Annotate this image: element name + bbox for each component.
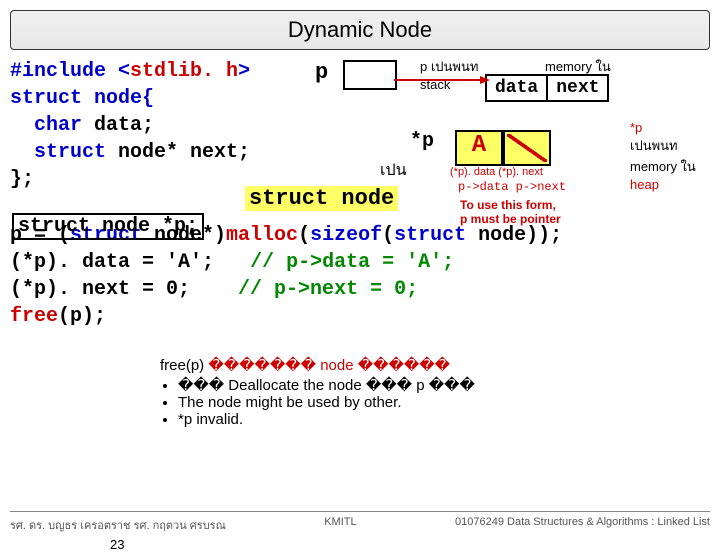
star-p-label: *p [410, 130, 434, 153]
node-box-a: A [455, 130, 551, 166]
pen-label: เปน [380, 158, 407, 183]
pointer-note-2: p must be pointer [460, 212, 561, 226]
deref-labels: (*p). data (*p). next [450, 166, 543, 178]
footer-authors: รศ. ดร. บญธร เครอตราช รศ. กฤตวน ศรบรณ [10, 516, 226, 534]
code-struct-kw: struct [34, 141, 106, 164]
free-notes: free(p) ������� node ������ ��� Dealloca… [160, 356, 475, 430]
code-sizeof: sizeof [310, 224, 382, 247]
free-note-0a: free(p) [160, 357, 208, 374]
arrow-labels: p->data p->next [458, 180, 566, 194]
struct-node-highlight: struct node [245, 186, 398, 211]
code-paren: ( [298, 224, 310, 247]
code-malloc: malloc [226, 224, 298, 247]
free-note-1: ��� Deallocate the node ��� p ��� [178, 376, 475, 394]
node-next-null [503, 130, 551, 166]
code-include-end: > [238, 60, 250, 83]
free-note-2: The node might be used by other. [178, 394, 475, 411]
arrow-p-to-node [390, 72, 490, 88]
free-note-3: *p invalid. [178, 411, 475, 428]
code-free: free [10, 305, 58, 328]
data-cell-label: data [487, 76, 548, 100]
struct-p-declaration: struct node *p; [12, 213, 204, 240]
code-struct-sz: struct [394, 224, 466, 247]
code-stdlib: stdlib. h [130, 60, 238, 83]
code-close: }; [10, 168, 34, 191]
node-data-A: A [455, 130, 503, 166]
code-struct-open: struct node{ [10, 87, 154, 110]
code-data-decl: data; [82, 114, 154, 137]
slide-content: #include <stdlib. h> struct node{ char d… [10, 58, 710, 488]
star-p-heap-annotation: *p เปนพนท memory ใน heap [630, 120, 720, 192]
code-assign-next: (*p). next = 0; [10, 278, 190, 301]
code-paren2: ( [382, 224, 394, 247]
footer-course: 01076249 Data Structures & Algorithms : … [455, 516, 710, 534]
code-next-decl: node* next; [106, 141, 250, 164]
code-free-arg: (p); [58, 305, 106, 328]
pointer-note-1: To use this form, [460, 198, 561, 212]
node-box-top: data next [485, 74, 609, 102]
slide-footer: รศ. ดร. บญธร เครอตราช รศ. กฤตวน ศรบรณ KM… [10, 511, 710, 534]
code-end: node)); [466, 224, 562, 247]
p-pointer-box [343, 60, 397, 90]
slide-title: Dynamic Node [10, 10, 710, 50]
code-assign-data: (*p). data = 'A'; [10, 251, 214, 274]
free-note-0b: ������� node ������ [208, 357, 450, 374]
code-comment1: // p->data = 'A'; [250, 251, 454, 274]
code-comment2: // p->next = 0; [238, 278, 418, 301]
next-cell-label: next [548, 76, 607, 100]
p-pointer-label: p [315, 60, 328, 85]
footer-school: KMITL [324, 516, 356, 534]
pointer-note: To use this form, p must be pointer [460, 198, 561, 226]
page-number: 23 [110, 537, 124, 552]
code-char: char [34, 114, 82, 137]
code-include: #include < [10, 60, 130, 83]
